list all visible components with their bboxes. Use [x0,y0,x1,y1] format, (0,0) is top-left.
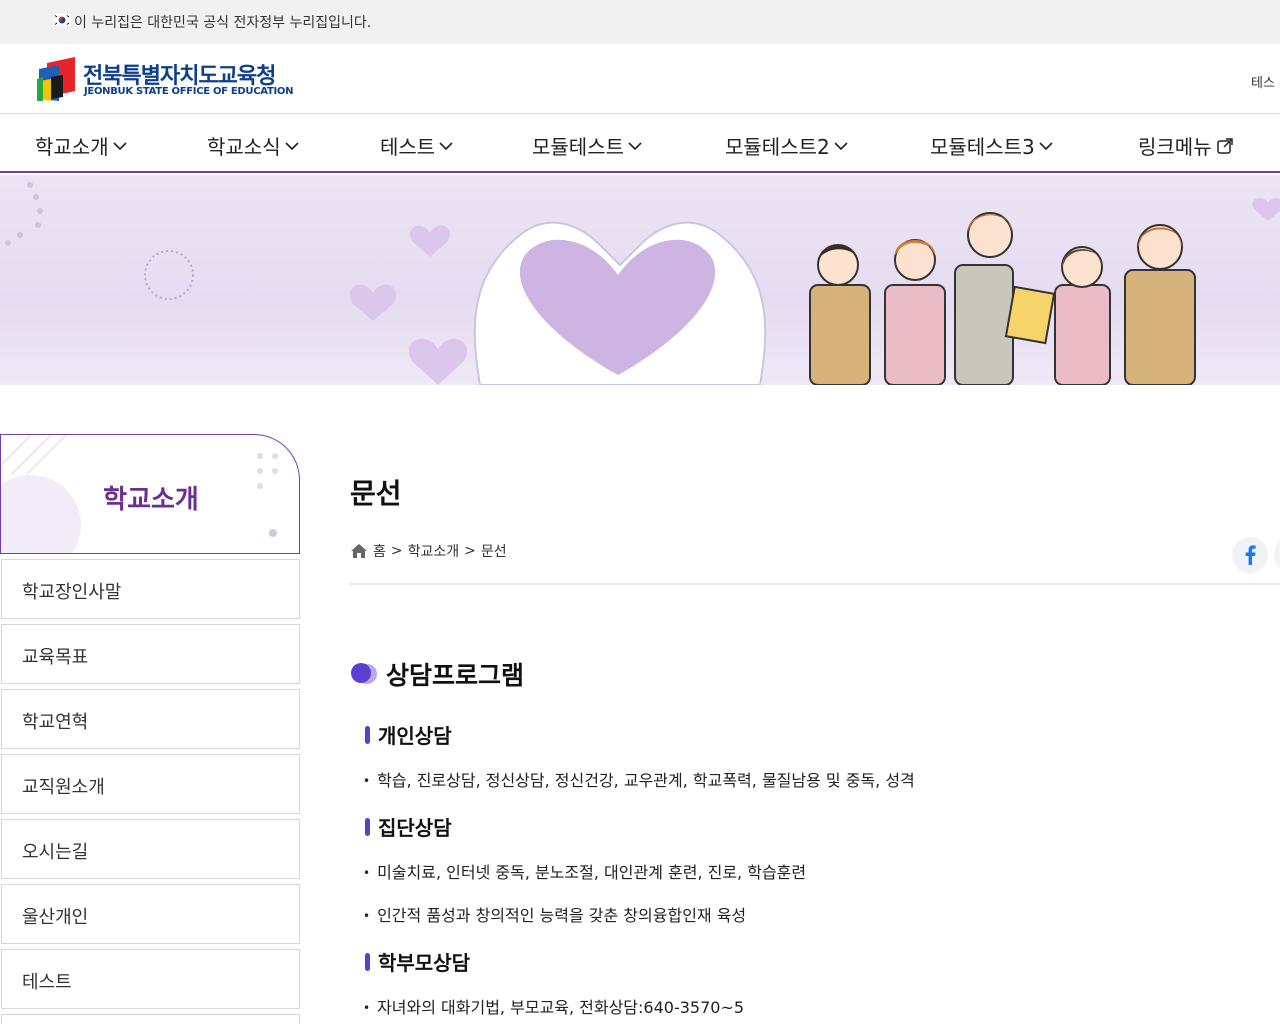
list-item: 학습, 진로상담, 정신상담, 정신건강, 교우관계, 학교폭력, 물질남용 및… [363,767,915,791]
lnb-item-school-history[interactable]: 학교연혁 [1,689,300,749]
breadcrumb-level1[interactable]: 학교소개 [408,541,460,561]
lnb-item-more[interactable] [1,1014,300,1024]
nav-item-module-test2[interactable]: 모듈테스트2 [725,131,849,160]
subtitle-bar [365,952,370,971]
breadcrumb-home[interactable]: 홈 [373,541,386,561]
nav-item-module-test[interactable]: 모듈테스트 [532,131,643,160]
logo-icon[interactable] [37,57,77,101]
logo-subtitle: JEONBUK STATE OFFICE OF EDUCATION [84,86,294,97]
nav-item-module-test3[interactable]: 모듈테스트3 [930,131,1054,160]
list-item: 자녀와의 대화기법, 부모교육, 전화상담:640-3570~5 [363,994,744,1018]
chevron-down-icon [1039,141,1053,150]
page-title: 문선 [350,477,402,510]
facebook-icon [1245,545,1256,565]
lnb-item-principal-greeting[interactable]: 학교장인사말 [1,559,300,619]
content-divider [350,583,1280,585]
breadcrumb: 홈 > 학교소개 > 문선 [350,541,507,561]
external-link-icon [1216,137,1233,154]
chevron-down-icon [285,141,299,150]
nav-item-test[interactable]: 테스트 [380,131,454,160]
subtitle-parent-counseling: 학부모상담 [365,947,470,976]
list-item: 미술치료, 인터넷 중독, 분노조절, 대인관계 훈련, 진로, 학습훈련 [363,859,806,883]
lnb-item-ulsan[interactable]: 울산개인 [1,884,300,944]
chevron-down-icon [113,141,127,150]
home-icon[interactable] [350,543,368,559]
gov-banner: 이 누리집은 대한민국 공식 전자정부 누리집입니다. [0,0,1280,44]
nav-item-link-menu[interactable]: 링크메뉴 [1138,131,1235,160]
chevron-down-icon [834,141,848,150]
hero-banner [0,175,1280,385]
lnb-title: 학교소개 [103,485,199,515]
util-link[interactable]: 테스 [1251,72,1275,91]
decorative-stripes [1,435,67,475]
subtitle-group-counseling: 집단상담 [365,812,452,841]
breadcrumb-separator: > [390,543,403,559]
students-illustration [809,212,1196,385]
hero-illustration [5,182,1280,385]
breadcrumb-separator: > [464,543,476,559]
section-title: 상담프로그램 [350,656,524,692]
subtitle-individual-counseling: 개인상담 [365,720,452,749]
subtitle-bar [365,817,370,836]
list-item: 인간적 품성과 창의적인 능력을 갖춘 창의융합인재 육성 [363,902,746,926]
section-bullet-icon [351,663,377,684]
lnb-item-education-goal[interactable]: 교육목표 [1,624,300,684]
korea-flag-icon [53,13,71,27]
chevron-down-icon [628,141,642,150]
nav-item-school-news[interactable]: 학교소식 [207,131,300,160]
lnb-title-box: 학교소개 [0,434,300,554]
lnb-item-staff-intro[interactable]: 교직원소개 [1,754,300,814]
facebook-share-button[interactable] [1232,537,1268,573]
breadcrumb-current: 문선 [480,544,507,560]
share-more-button[interactable] [1274,537,1280,573]
gov-banner-text[interactable]: 이 누리집은 대한민국 공식 전자정부 누리집입니다. [74,12,371,32]
main-nav: 학교소개 학교소식 테스트 모듈테스트 모듈테스트2 모듈테스트3 링크메뉴 [0,115,1280,173]
chevron-down-icon [439,141,453,150]
subtitle-bar [365,725,370,744]
lnb-item-directions[interactable]: 오시는길 [1,819,300,879]
nav-item-school-intro[interactable]: 학교소개 [35,131,128,160]
site-header: 전북특별자치도교육청 JEONBUK STATE OFFICE OF EDUCA… [0,44,1280,114]
lnb-item-test[interactable]: 테스트 [1,949,300,1009]
